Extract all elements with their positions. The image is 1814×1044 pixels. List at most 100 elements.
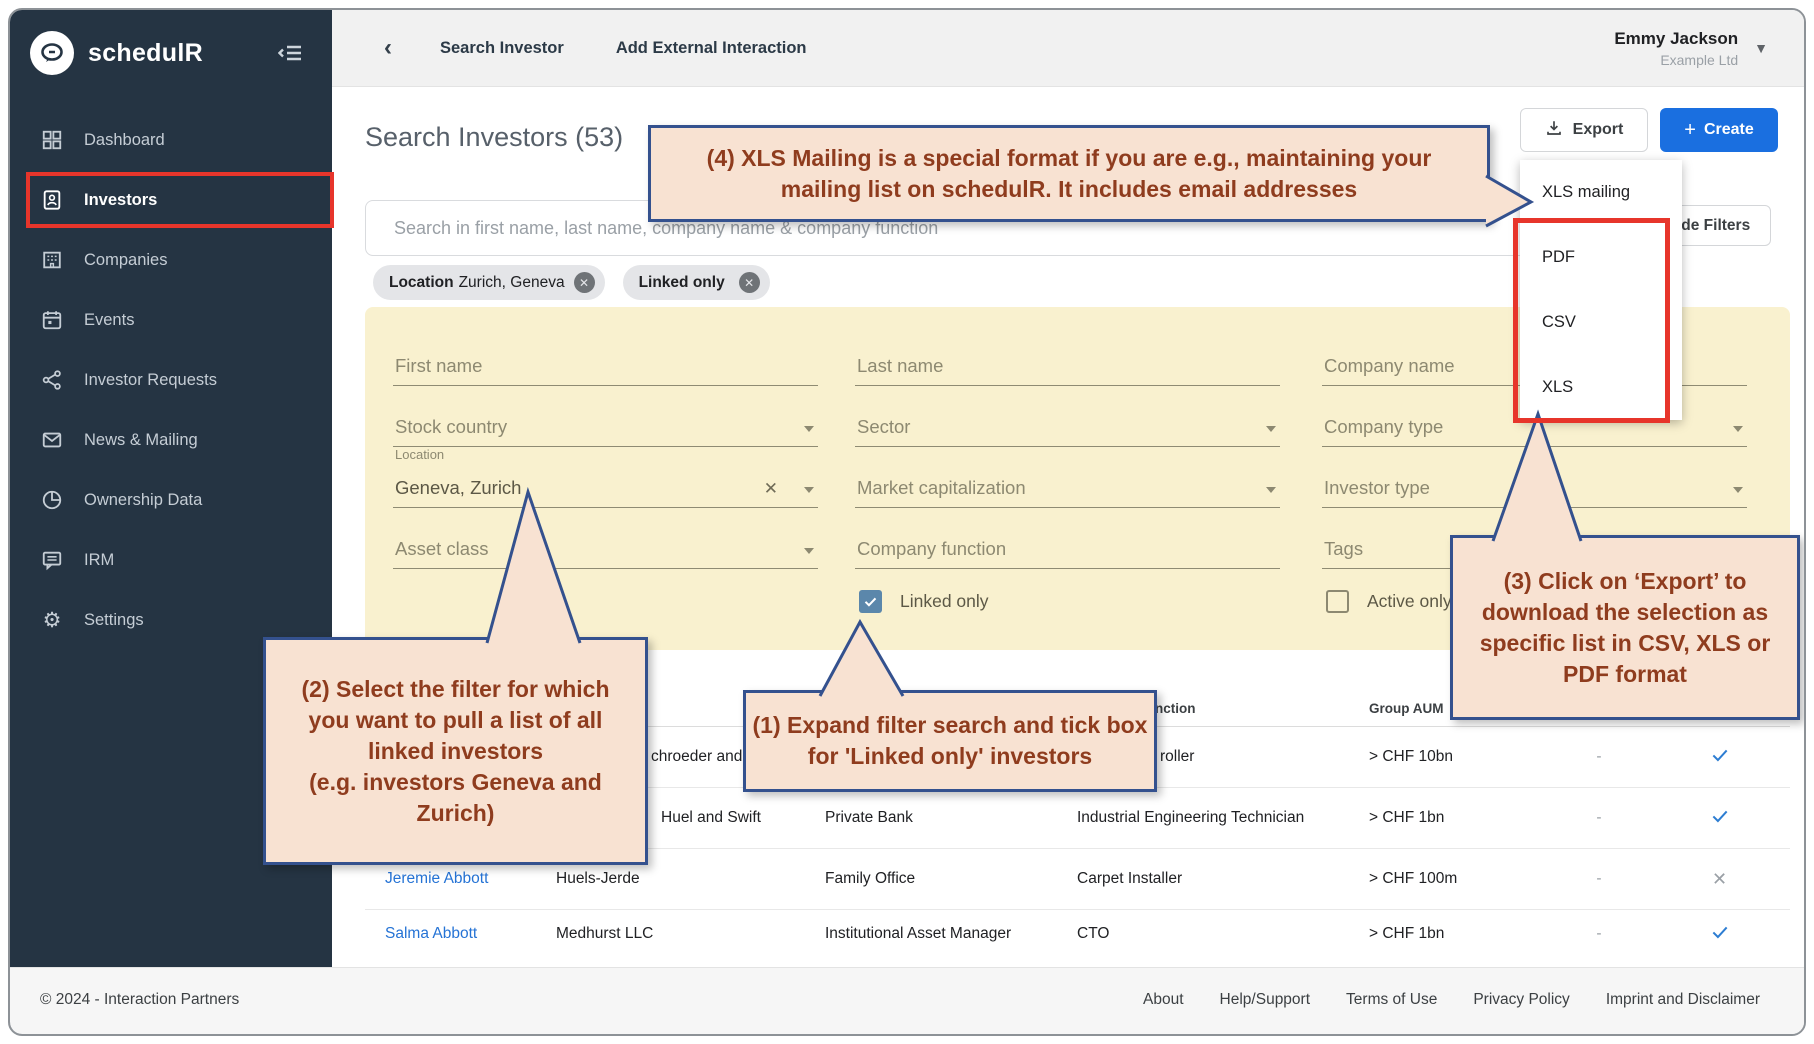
filter-field-first-name[interactable]: First name [393,325,818,386]
sidebar-collapse-icon[interactable] [278,40,304,66]
annotation-text-line: (3) Click on ‘Export’ to [1504,566,1747,597]
check-icon [1710,745,1730,765]
user-texts: Emmy Jackson Example Ltd [1614,29,1738,68]
filter-field-investor-type[interactable]: Investor type [1322,447,1747,508]
footer-link-help-support[interactable]: Help/Support [1220,991,1310,1009]
sidebar-item-label: Companies [84,251,167,270]
sidebar-item-events[interactable]: Events [10,290,332,350]
field-value: Geneva, Zurich [395,477,521,499]
annotation-text-line: you want to pull a list of all [309,705,603,736]
checkbox-checked-icon [859,590,882,613]
field-label: Location [395,447,444,462]
company-function-cell: Industrial Engineering Technician [1077,809,1369,827]
user-menu[interactable]: Emmy Jackson Example Ltd ▼ [1614,10,1768,86]
footer-link-privacy-policy[interactable]: Privacy Policy [1473,991,1569,1009]
investor-name-cell: Jeremie Abbott [385,870,556,888]
app-frame: schedulR DashboardInvestors Companies Even… [8,8,1806,1036]
company-name-cell: Huels-Jerde [556,870,825,888]
chip-remove-icon[interactable]: ✕ [574,272,595,293]
sidebar-item-companies[interactable]: Companies [10,230,332,290]
field-placeholder: Last name [857,355,943,377]
back-icon[interactable]: ‹ [384,34,392,62]
sidebar-item-label: Investor Requests [84,371,217,390]
annotation-callout-1: (1) Expand filter search and tick boxfor… [743,690,1157,792]
create-button[interactable]: + Create [1660,108,1778,152]
topbar: ‹ Search Investor Add External Interactio… [332,10,1804,87]
gear-icon: ⚙ [40,608,64,632]
filter-field-stock-country[interactable]: Stock country [393,386,818,447]
group-aum-cell: > CHF 1bn [1369,809,1549,827]
footer-link-imprint-and-disclaimer[interactable]: Imprint and Disclaimer [1606,991,1760,1009]
page-title: Search Investors (53) [365,122,623,153]
active-only-checkbox[interactable]: Active only [1326,590,1452,613]
field-placeholder: Stock country [395,416,507,438]
dropdown-caret-icon [1733,426,1743,432]
chip-linked-only[interactable]: Linked only✕ [623,265,770,300]
filter-field-market-capitalization[interactable]: Market capitalization [855,447,1280,508]
group-aum-cell: > CHF 100m [1369,870,1549,888]
company-type-cell: Institutional Asset Manager [825,925,1077,943]
filter-column-1: First name Stock country Location Geneva, Z… [393,325,818,569]
export-dropdown-menu: XLS mailingPDFCSVXLS [1520,160,1682,420]
investor-name-cell: Salma Abbott [385,925,556,943]
investor-name-link[interactable]: Salma Abbott [385,925,477,942]
sidebar-item-investor-requests[interactable]: Investor Requests [10,350,332,410]
annotation-text-line: mailing list on schedulR. It includes em… [781,174,1357,205]
filter-field-company-function[interactable]: Company function [855,508,1280,569]
dash-cell: - [1549,925,1649,943]
footer-link-terms-of-use[interactable]: Terms of Use [1346,991,1437,1009]
tab-search-investor[interactable]: Search Investor [440,39,564,58]
linked-only-label: Linked only [900,591,989,612]
sidebar-item-label: Settings [84,611,144,630]
investor-name-link[interactable]: Jeremie Abbott [385,870,488,887]
tab-add-external-interaction[interactable]: Add External Interaction [616,39,807,58]
footer-link-about[interactable]: About [1143,991,1184,1009]
export-option-pdf[interactable]: PDF [1520,225,1682,290]
footer: © 2024 - Interaction Partners About Help/… [10,967,1804,1034]
sidebar-item-investors[interactable]: Investors [10,170,332,230]
check-icon [1710,806,1730,826]
annotation-text-line: (4) XLS Mailing is a special format if y… [707,143,1432,174]
export-option-xls-mailing[interactable]: XLS mailing [1520,160,1682,225]
schedulr-logo-icon [30,31,74,75]
footer-links: About Help/Support Terms of Use Privacy Pol… [1143,991,1760,1009]
sidebar-item-irm[interactable]: IRM [10,530,332,590]
annotation-callout-4: (4) XLS Mailing is a special format if y… [648,125,1490,222]
filter-field-sector[interactable]: Sector [855,386,1280,447]
field-placeholder: Sector [857,416,910,438]
clear-icon[interactable]: ✕ [764,479,778,499]
export-option-xls[interactable]: XLS [1520,355,1682,420]
chip-remove-icon[interactable]: ✕ [739,272,760,293]
annotation-text-line: specific list in CSV, XLS or [1480,628,1771,659]
app-title: schedulR [88,39,203,68]
share-icon [40,368,64,392]
group-aum-cell: > CHF 10bn [1369,748,1549,766]
checkbox-unchecked-icon [1326,590,1349,613]
user-company: Example Ltd [1614,52,1738,68]
sidebar-item-news-mailing[interactable]: News & Mailing [10,410,332,470]
export-option-csv[interactable]: CSV [1520,290,1682,355]
mail-icon [40,428,64,452]
chip-location[interactable]: LocationZurich, Geneva✕ [373,265,605,300]
annotation-callout-2: (2) Select the filter for whichyou want … [263,637,648,865]
annotation-text-line: for 'Linked only' investors [808,741,1092,772]
filter-field-location[interactable]: Location Geneva, Zurich ✕ [393,447,818,508]
filter-field-last-name[interactable]: Last name [855,325,1280,386]
sidebar: schedulR DashboardInvestors Companies Even… [10,10,332,1034]
dash-cell: - [1549,870,1649,888]
field-placeholder: First name [395,355,482,377]
grid-icon [40,128,64,152]
copyright: © 2024 - Interaction Partners [40,991,239,1009]
sidebar-item-ownership-data[interactable]: Ownership Data [10,470,332,530]
annotation-text-line: (1) Expand filter search and tick box [753,710,1148,741]
dropdown-caret-icon [1266,426,1276,432]
filter-field-asset-class[interactable]: Asset class [393,508,818,569]
status-cell [1649,922,1790,947]
status-cell [1649,745,1790,770]
sidebar-item-dashboard[interactable]: Dashboard [10,110,332,170]
export-button[interactable]: Export [1520,108,1648,152]
linked-only-checkbox[interactable]: Linked only [859,590,989,613]
dash-cell: - [1549,748,1649,766]
table-row[interactable]: Salma AbbottMedhurst LLCInstitutional As… [365,910,1790,958]
plus-icon: + [1684,119,1696,142]
